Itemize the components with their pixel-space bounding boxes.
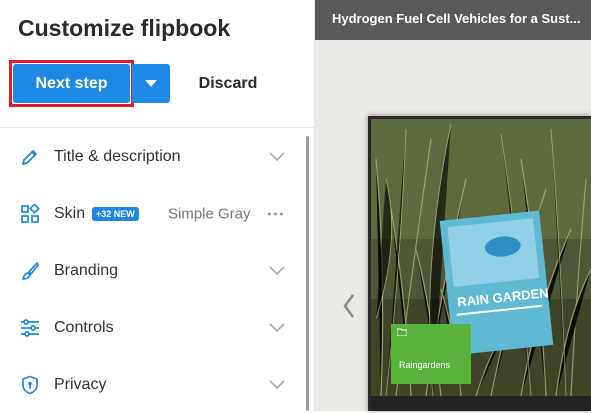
discard-button[interactable]: Discard: [186, 64, 270, 103]
menu-item-label: Controls: [54, 318, 114, 336]
chevron-down-icon: [269, 151, 285, 161]
folder-icon: [397, 328, 407, 336]
caret-down-icon: [145, 80, 157, 87]
menu-item-skin[interactable]: Skin +32 NEW Simple Gray: [0, 185, 306, 242]
menu-item-label: Privacy: [54, 375, 107, 393]
chevron-down-icon: [269, 322, 285, 332]
flipbook-page[interactable]: RAIN GARDEN Raingardens: [368, 116, 591, 411]
menu-item-title-description[interactable]: Title & description: [0, 128, 306, 185]
raingardens-text: Raingardens: [399, 360, 451, 370]
more-options-icon[interactable]: [268, 212, 283, 215]
new-skins-badge: +32 NEW: [92, 206, 139, 221]
menu-item-privacy[interactable]: Privacy: [0, 356, 306, 413]
panel-scrollbar[interactable]: [306, 136, 309, 411]
flipbook-preview: Hydrogen Fuel Cell Vehicles for a Sust..…: [315, 0, 591, 411]
brush-icon: [20, 261, 40, 281]
next-step-dropdown-button[interactable]: [132, 64, 170, 103]
panel-title: Customize flipbook: [18, 15, 231, 41]
menu-item-label: Title & description: [54, 147, 181, 165]
pencil-icon: [20, 147, 40, 167]
document-title: Hydrogen Fuel Cell Vehicles for a Sust..…: [332, 11, 581, 26]
page-footer: [371, 396, 591, 411]
chevron-down-icon: [269, 265, 285, 275]
sliders-icon: [20, 318, 40, 338]
shield-lock-icon: [20, 375, 40, 395]
skin-value: Simple Gray: [168, 205, 251, 222]
cover-photo: RAIN GARDEN Raingardens: [371, 119, 591, 396]
preview-header: Hydrogen Fuel Cell Vehicles for a Sust..…: [315, 0, 591, 40]
skin-grid-icon: [20, 203, 40, 224]
raingardens-label: Raingardens: [391, 324, 471, 384]
menu-item-controls[interactable]: Controls: [0, 299, 306, 356]
menu-item-label: Skin: [54, 204, 86, 222]
chevron-down-icon: [269, 379, 285, 389]
menu-item-label: Branding: [54, 261, 119, 279]
next-step-button[interactable]: Next step: [13, 64, 130, 103]
previous-page-icon[interactable]: [343, 293, 355, 319]
customize-panel: Customize flipbook Next step Discard Tit…: [0, 0, 315, 411]
menu-item-branding[interactable]: Branding: [0, 242, 306, 299]
